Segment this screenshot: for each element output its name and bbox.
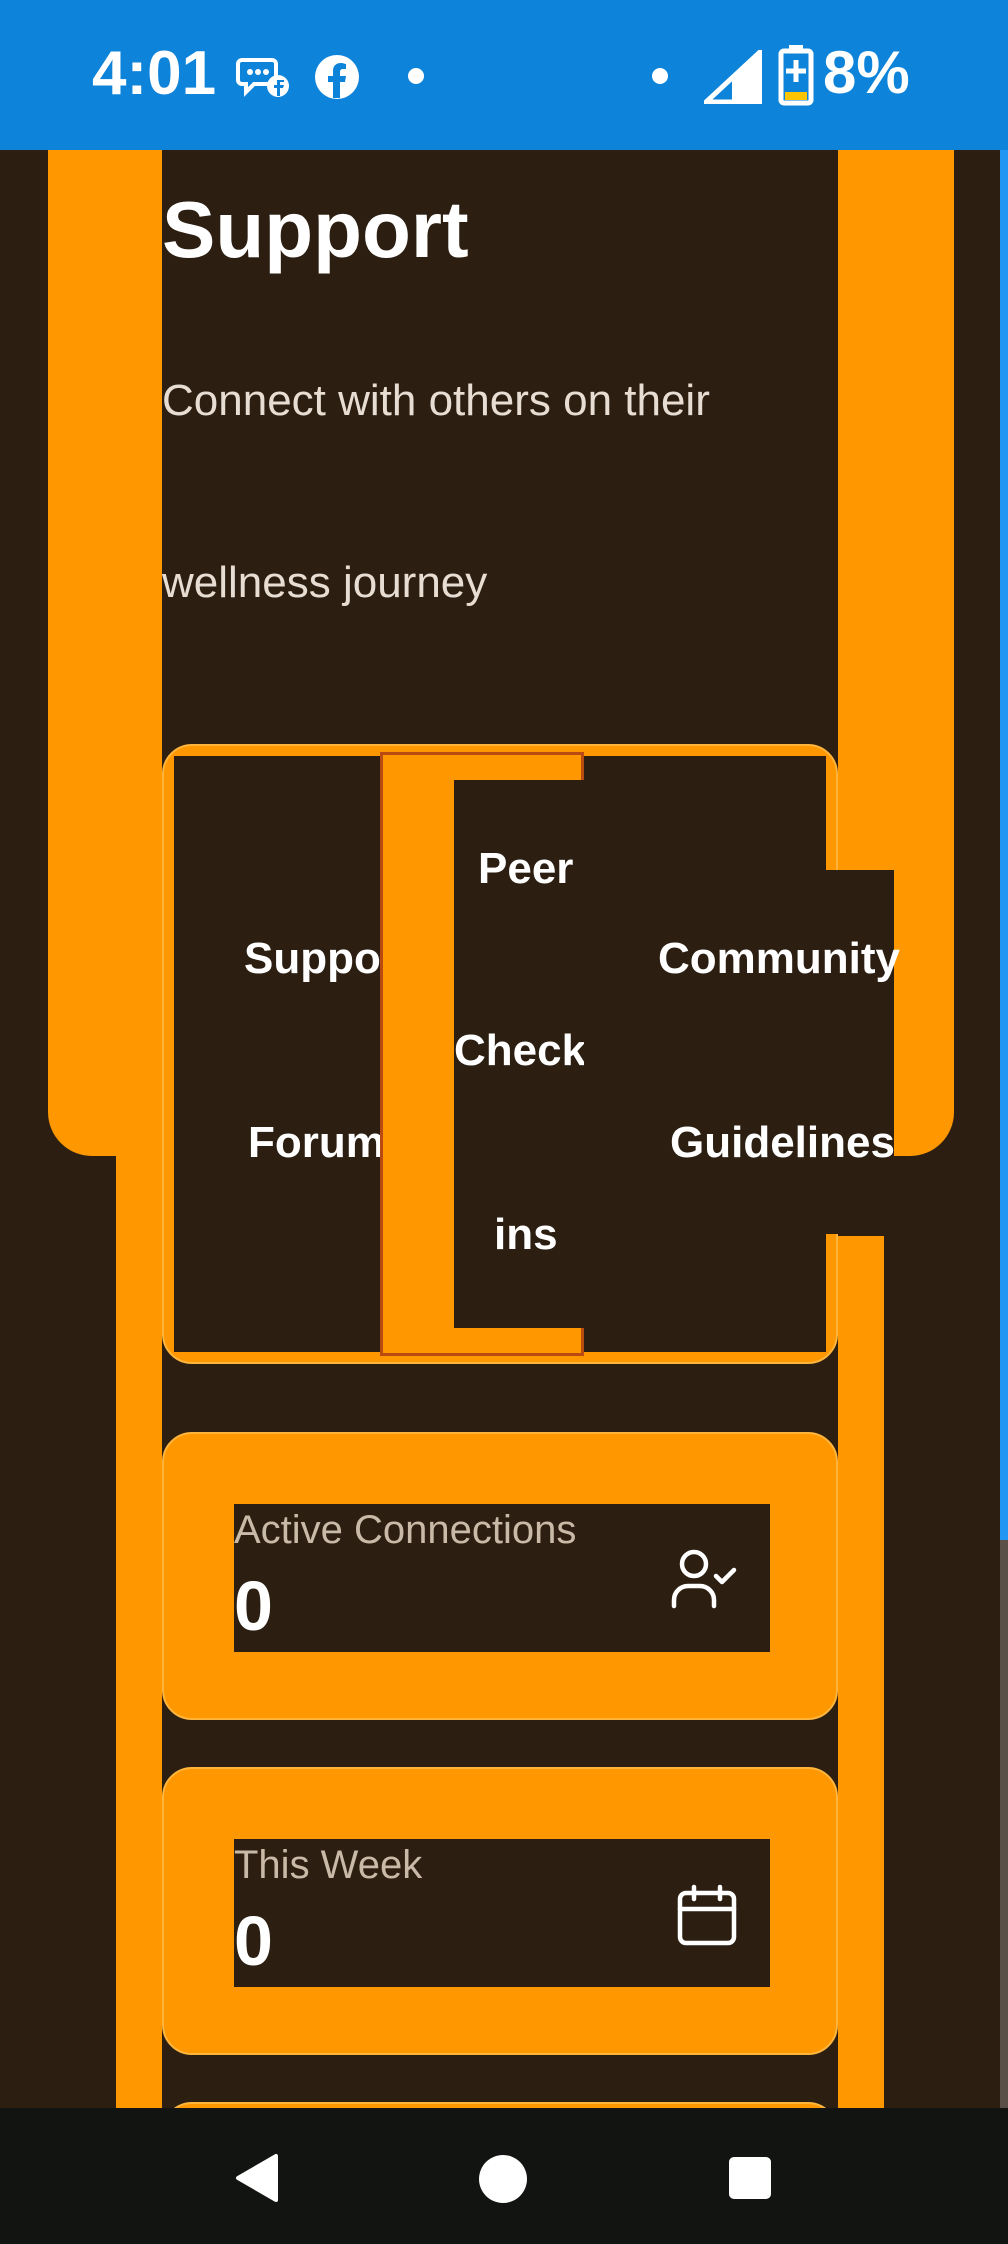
stat-value: 0 (234, 1567, 273, 1645)
page-title: Support (162, 185, 469, 274)
stat-label: Active Connections (234, 1508, 577, 1552)
tab-community-guidelines-label-line-2: Guidelines (670, 1118, 895, 1167)
battery-charging-icon (778, 45, 814, 106)
status-time: 4:01 (92, 39, 217, 108)
facebook-icon (315, 55, 359, 99)
page-subtitle-line-2: wellness journey (162, 558, 488, 607)
battery-percentage: 8% (823, 39, 910, 106)
stat-card-active-connections: Active Connections 0 (162, 1432, 838, 1720)
stat-card-this-week: This Week 0 (162, 1767, 838, 2055)
tab-community-guidelines-label-line-1: Community (658, 934, 900, 983)
tab-support-forums-label-line-1: Suppor (244, 934, 398, 983)
stat-card-inner: Active Connections 0 (234, 1504, 770, 1652)
messenger-icon (236, 58, 289, 97)
tab-peer-checkins-label-line-3: ins (494, 1210, 558, 1259)
notification-dot-icon (408, 68, 424, 84)
navigation-bar (0, 2108, 1008, 2244)
stat-label: This Week (234, 1843, 423, 1887)
recents-icon[interactable] (728, 2156, 772, 2200)
tab-peer-checkins[interactable]: Peer Check- ins (380, 752, 601, 1356)
scrollbar-track-lower (1000, 1540, 1008, 2108)
page-subtitle-line-1: Connect with others on their (162, 376, 710, 425)
dot-icon (652, 68, 668, 84)
tab-community-guidelines[interactable]: Community Guidelines (584, 870, 900, 1234)
scrollbar[interactable] (1000, 150, 1008, 1540)
stat-value: 0 (234, 1902, 273, 1980)
home-icon[interactable] (478, 2154, 528, 2204)
tab-peer-checkins-label-line-1: Peer (478, 844, 574, 893)
stat-card-inner: This Week 0 (234, 1839, 770, 1987)
status-bar: 4:01 8% (0, 0, 1008, 150)
signal-icon (704, 50, 762, 104)
user-check-icon (671, 1549, 737, 1609)
back-icon[interactable] (232, 2152, 280, 2204)
tab-support-forums[interactable]: Suppor Forums (174, 756, 409, 1352)
calendar-icon (677, 1884, 737, 1946)
content-right-rail (838, 1236, 884, 2108)
tab-peer-checkins-label-line-2: Check- (454, 1026, 601, 1075)
header-card-left-border (48, 150, 162, 1156)
content-left-rail (116, 1156, 162, 2108)
